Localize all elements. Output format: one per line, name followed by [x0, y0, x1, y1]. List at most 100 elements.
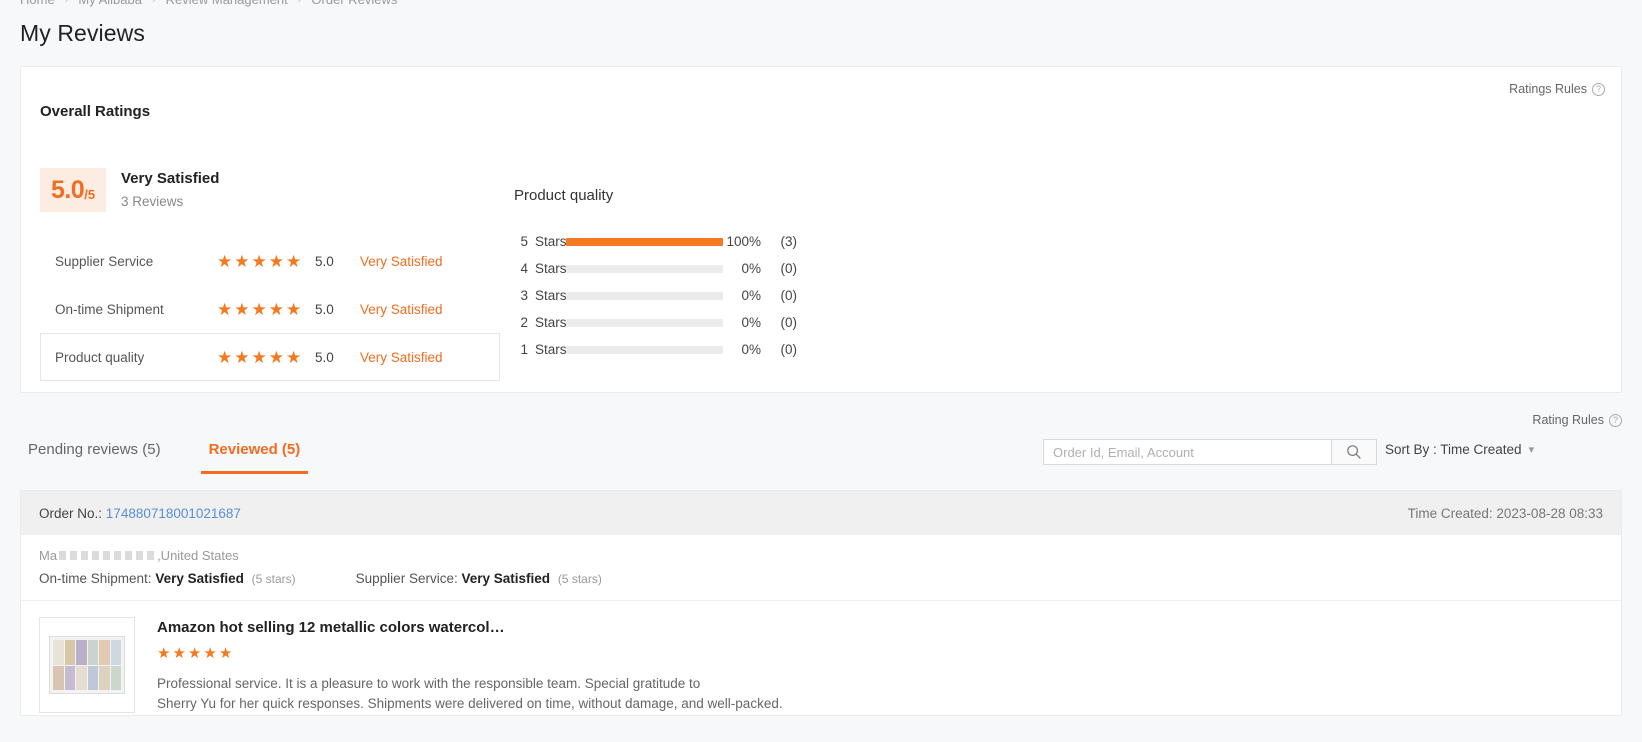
my-reviews-page: Home › My Alibaba › Review Management › … — [0, 0, 1642, 742]
ratings-rules-link[interactable]: Ratings Rules ? — [1509, 82, 1605, 96]
star-icon: ★ — [268, 347, 284, 367]
rating-label: Supplier Service: — [355, 571, 458, 586]
chart-star-word: Stars — [535, 315, 567, 330]
star-icon: ★ — [217, 347, 233, 367]
chart-count-label: (0) — [780, 261, 798, 276]
tab-pending-reviews[interactable]: Pending reviews (5) — [20, 435, 169, 474]
rating-label: On-time Shipment: — [39, 571, 152, 586]
chart-row-2-stars: 2 Stars 0% (0) — [514, 309, 797, 336]
chart-percent-label: 0% — [741, 261, 761, 276]
star-icon: ★ — [234, 299, 250, 319]
search-button[interactable] — [1331, 439, 1377, 465]
rating-stars-text: (5 stars) — [557, 572, 602, 586]
chart-row-1-stars: 1 Stars 0% (0) — [514, 336, 797, 363]
rating-rules-link[interactable]: Rating Rules ? — [1532, 413, 1622, 427]
metric-stars: ★ ★ ★ ★ ★ — [217, 301, 315, 318]
order-rating-summary: On-time Shipment: Very Satisfied (5 star… — [21, 564, 1621, 600]
chart-percent-label: 100% — [726, 234, 761, 249]
sort-by-dropdown[interactable]: Sort By : Time Created ▾ — [1385, 442, 1534, 457]
metric-list: Supplier Service ★ ★ ★ ★ ★ 5.0 Very Sati… — [40, 237, 500, 381]
star-icon: ★ — [218, 645, 233, 662]
breadcrumb-item-home[interactable]: Home — [20, 0, 55, 7]
score-denominator: /5 — [84, 186, 96, 202]
review-count: 3 Reviews — [121, 194, 184, 209]
chart-count-label: (0) — [780, 288, 798, 303]
score-word: Very Satisfied — [121, 170, 220, 187]
product-review-stars: ★ ★ ★ ★ ★ — [157, 646, 783, 661]
metric-score: 5.0 — [315, 301, 334, 317]
chart-bar-track — [566, 264, 723, 273]
buyer-country: ,United States — [157, 547, 239, 563]
tab-reviewed[interactable]: Reviewed (5) — [200, 435, 309, 474]
breadcrumb-item-order-reviews[interactable]: Order Reviews — [311, 0, 397, 7]
overall-ratings-heading: Overall Ratings — [40, 103, 151, 120]
chart-count-label: (0) — [780, 315, 798, 330]
chart-title: Product quality — [514, 187, 614, 204]
chart-bar-track — [566, 318, 723, 327]
star-icon: ★ — [217, 251, 233, 271]
metric-label: Product quality — [55, 349, 145, 365]
question-mark-icon[interactable]: ? — [1592, 82, 1605, 96]
buyer-name-prefix: Ma — [39, 547, 58, 563]
star-icon: ★ — [286, 251, 302, 271]
search-input[interactable] — [1043, 439, 1331, 465]
chart-count-label: (0) — [780, 342, 798, 357]
redaction-bar-icon — [59, 550, 156, 560]
breadcrumb-separator-icon: › — [65, 0, 69, 6]
star-icon: ★ — [251, 251, 267, 271]
star-icon: ★ — [268, 251, 284, 271]
buyer-info: Ma ,United States — [21, 535, 1621, 564]
star-icon: ★ — [172, 645, 186, 662]
chart-percent-label: 0% — [741, 288, 761, 303]
review-body: Professional service. It is a pleasure t… — [157, 674, 783, 715]
score-badge: 5.0 /5 — [40, 168, 106, 212]
rating-stars-text: (5 stars) — [251, 572, 296, 586]
breadcrumb-item-review-management[interactable]: Review Management — [166, 0, 288, 7]
review-tabs: Pending reviews (5) Reviewed (5) — [20, 435, 309, 474]
watercolor-palette-thumbnail — [49, 636, 125, 694]
chart-row-4-stars: 4 Stars 0% (0) — [514, 255, 797, 282]
page-title: My Reviews — [20, 20, 145, 46]
order-header: Order No.: 174880718001021687 Time Creat… — [21, 491, 1621, 535]
star-icon: ★ — [234, 347, 250, 367]
chart-star-number: 5 — [520, 234, 528, 249]
metric-row-on-time-shipment[interactable]: On-time Shipment ★ ★ ★ ★ ★ 5.0 Very Sati… — [40, 285, 500, 333]
question-mark-icon[interactable]: ? — [1609, 413, 1622, 427]
search-group — [1043, 439, 1377, 465]
review-order-card: Order No.: 174880718001021687 Time Creat… — [20, 490, 1622, 716]
breadcrumb-item-my-alibaba[interactable]: My Alibaba — [78, 0, 142, 7]
score-value: 5.0 — [50, 175, 85, 204]
chart-bar-track — [566, 291, 723, 300]
product-title[interactable]: Amazon hot selling 12 metallic colors wa… — [157, 619, 783, 636]
chart-star-number: 1 — [520, 342, 528, 357]
order-number: Order No.: 174880718001021687 — [39, 506, 241, 521]
chart-star-number: 4 — [520, 261, 528, 276]
star-icon: ★ — [286, 299, 302, 319]
chart-row-3-stars: 3 Stars 0% (0) — [514, 282, 797, 309]
product-thumbnail[interactable] — [39, 617, 135, 713]
breadcrumb: Home › My Alibaba › Review Management › … — [20, 0, 397, 7]
star-icon: ★ — [217, 299, 233, 319]
review-line-2: Sherry Yu for her quick responses. Shipm… — [157, 696, 783, 712]
order-number-link[interactable]: 174880718001021687 — [106, 506, 241, 521]
rating-value: Very Satisfied — [155, 571, 244, 586]
chart-row-5-stars: 5 Stars 100% (3) — [514, 228, 797, 255]
metric-word: Very Satisfied — [360, 349, 443, 365]
rating-value: Very Satisfied — [461, 571, 551, 586]
chart-percent-label: 0% — [741, 315, 761, 330]
star-icon: ★ — [203, 645, 217, 662]
chart-count-label: (3) — [780, 234, 798, 249]
metric-score: 5.0 — [315, 349, 334, 365]
metric-row-product-quality[interactable]: Product quality ★ ★ ★ ★ ★ 5.0 Very Satis… — [40, 333, 500, 381]
chart-bar-track — [566, 237, 723, 246]
ratings-rules-label: Ratings Rules — [1509, 82, 1587, 96]
sort-by-label: Sort By : Time Created — [1385, 442, 1522, 457]
order-rating-on-time-shipment: On-time Shipment: Very Satisfied (5 star… — [39, 571, 296, 586]
metric-row-supplier-service[interactable]: Supplier Service ★ ★ ★ ★ ★ 5.0 Very Sati… — [40, 237, 500, 285]
chart-star-word: Stars — [535, 342, 567, 357]
metric-stars: ★ ★ ★ ★ ★ — [217, 253, 315, 270]
rating-rules-label: Rating Rules — [1532, 413, 1604, 427]
metric-label: On-time Shipment — [55, 301, 164, 317]
chart-star-word: Stars — [535, 261, 567, 276]
star-icon: ★ — [251, 347, 267, 367]
